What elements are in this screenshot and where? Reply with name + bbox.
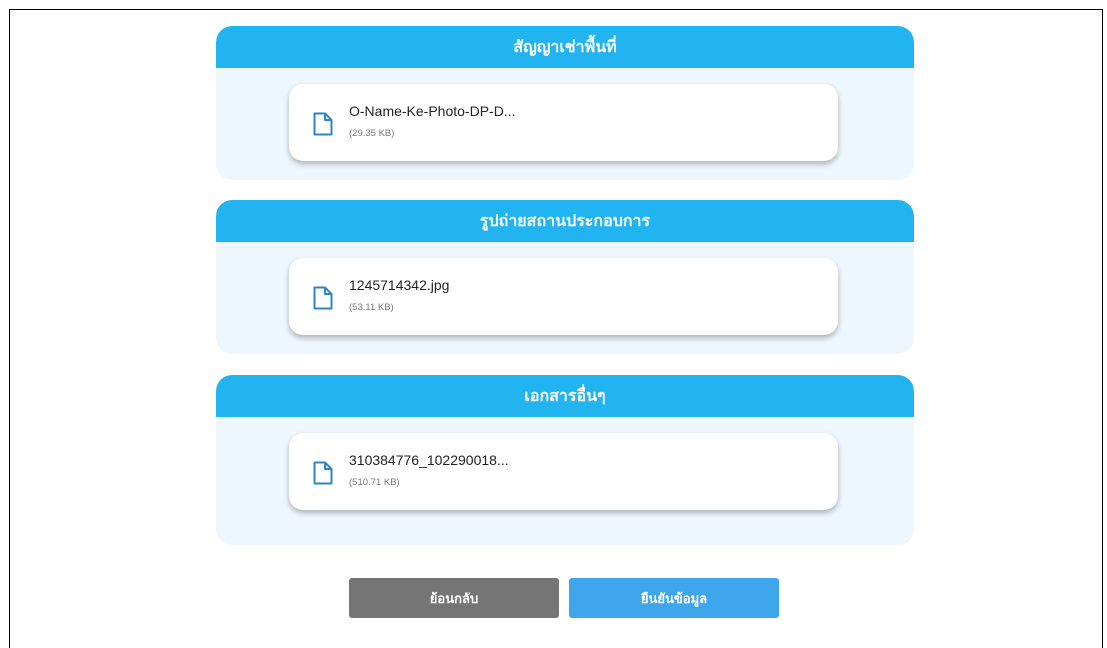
file-size: (510.71 KB): [349, 477, 400, 488]
section-business-photo: รูปถ่ายสถานประกอบการ 1245714342.jpg (53.…: [216, 200, 914, 354]
back-button[interactable]: ย้อนกลับ: [349, 578, 559, 618]
section-lease-agreement: สัญญาเช่าพื้นที่ O-Name-Ke-Photo-DP-D...…: [216, 26, 914, 180]
file-icon: [313, 461, 333, 485]
file-card[interactable]: 1245714342.jpg (53.11 KB): [289, 258, 838, 335]
file-icon: [313, 286, 333, 310]
file-icon: [313, 112, 333, 136]
file-card[interactable]: O-Name-Ke-Photo-DP-D... (29.35 KB): [289, 84, 838, 161]
section-title: รูปถ่ายสถานประกอบการ: [216, 200, 914, 242]
file-size: (29.35 KB): [349, 128, 395, 139]
section-title: เอกสารอื่นๆ: [216, 375, 914, 417]
section-title: สัญญาเช่าพื้นที่: [216, 26, 914, 68]
file-name: 1245714342.jpg: [349, 277, 450, 293]
confirm-button[interactable]: ยืนยันข้อมูล: [569, 578, 779, 618]
file-name: O-Name-Ke-Photo-DP-D...: [349, 103, 516, 119]
file-card[interactable]: 310384776_102290018... (510.71 KB): [289, 433, 838, 510]
file-size: (53.11 KB): [349, 302, 394, 313]
section-other-documents: เอกสารอื่นๆ 310384776_102290018... (510.…: [216, 375, 914, 545]
file-name: 310384776_102290018...: [349, 452, 509, 468]
